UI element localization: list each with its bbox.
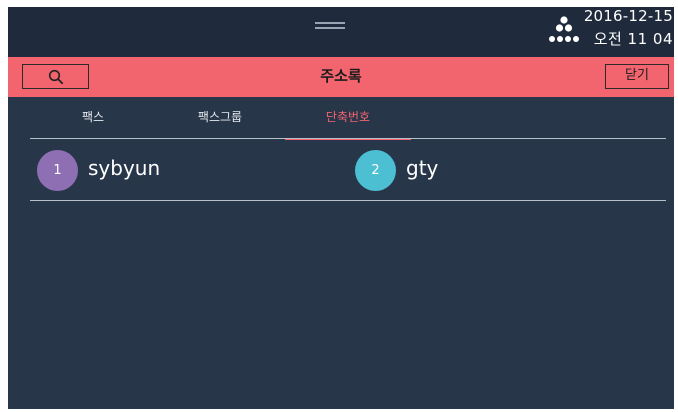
page-title: 주소록 — [320, 67, 362, 85]
tab-speed-dial[interactable]: 단축번호 — [285, 97, 411, 140]
list-divider — [30, 200, 666, 201]
speed-dial-name: gty — [406, 156, 439, 180]
speed-dial-name: sybyun — [88, 156, 161, 180]
address-book-screen: 2016-12-15 오전 11 04 주소록 닫기 팩스 팩스그룹 단축번호 … — [8, 7, 674, 409]
speed-dial-item[interactable]: 1 sybyun — [37, 150, 337, 191]
title-bar: 주소록 닫기 — [8, 57, 674, 97]
dots-logo-icon — [549, 16, 579, 42]
status-bar: 2016-12-15 오전 11 04 — [8, 7, 674, 57]
search-button[interactable] — [22, 64, 89, 89]
status-date: 2016-12-15 — [583, 7, 673, 25]
speed-dial-number-badge: 1 — [37, 150, 78, 191]
tab-divider — [30, 138, 666, 139]
speed-dial-number-badge: 2 — [355, 150, 396, 191]
close-button[interactable]: 닫기 — [605, 64, 669, 89]
drag-handle-icon[interactable] — [315, 22, 345, 29]
speed-dial-item[interactable]: 2 gty — [355, 150, 655, 191]
status-time: 오전 11 04 — [593, 30, 673, 48]
tab-fax-group[interactable]: 팩스그룹 — [175, 97, 265, 140]
tab-fax[interactable]: 팩스 — [53, 97, 133, 140]
tab-bar: 팩스 팩스그룹 단축번호 — [8, 97, 674, 140]
search-icon — [48, 69, 63, 84]
